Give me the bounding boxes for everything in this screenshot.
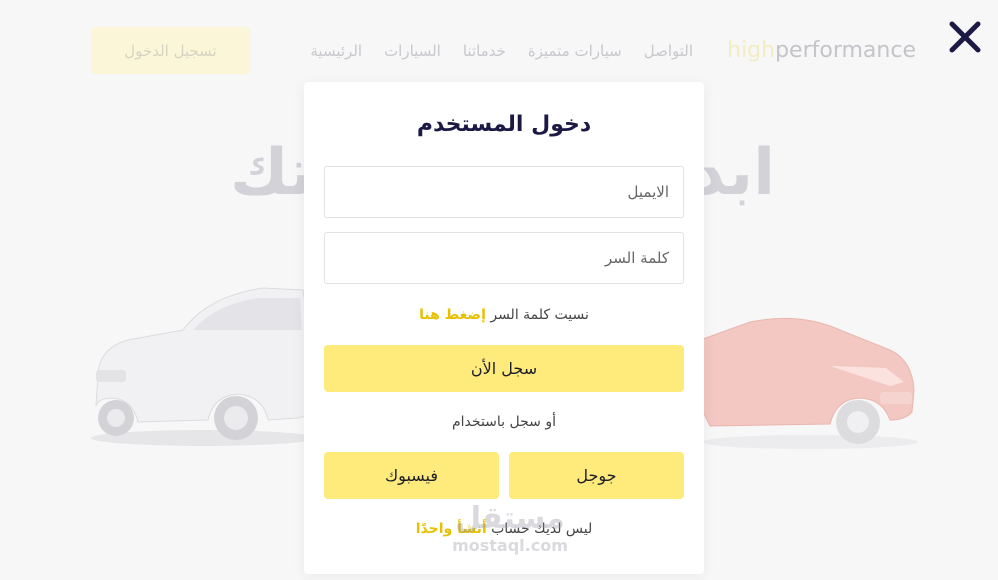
nav-item-contact[interactable]: التواصل [644, 42, 693, 60]
close-icon [949, 21, 981, 53]
nav-item-home[interactable]: الرئيسية [310, 42, 362, 60]
password-field[interactable] [324, 232, 684, 284]
nav-item-services[interactable]: خدماتنا [463, 42, 506, 60]
nav-item-featured-cars[interactable]: سيارات متميزة [528, 42, 622, 60]
watermark-english: mostaql.com [452, 536, 568, 555]
red-sedan-image [699, 317, 918, 449]
header-signin-button[interactable]: تسجيل الدخول [91, 27, 250, 74]
login-submit-button[interactable]: سجل الأن [324, 345, 684, 392]
facebook-login-button[interactable]: فيسبوك [324, 452, 499, 499]
white-suv-image [91, 287, 315, 446]
email-field[interactable] [324, 166, 684, 218]
google-login-button[interactable]: جوجل [509, 452, 684, 499]
site-logo[interactable]: highperformance [727, 38, 916, 63]
watermark: مستقل mostaql.com [420, 501, 600, 556]
modal-title: دخول المستخدم [416, 112, 592, 137]
hero-title-right: ابد [692, 136, 775, 210]
logo-text: performance [775, 38, 916, 63]
forgot-password-text: نسيت كلمة السر [490, 307, 589, 323]
or-login-with-text: أو سجل باستخدام [452, 414, 556, 430]
nav-item-cars[interactable]: السيارات [384, 42, 441, 60]
hero-title-left: تك [230, 136, 314, 210]
main-nav: الرئيسية السيارات خدماتنا سيارات متميزة … [310, 42, 693, 60]
forgot-password-link[interactable]: إضغط هنا [419, 307, 486, 323]
logo-highlight: high [727, 38, 776, 63]
forgot-password-line: نسيت كلمة السر إضغط هنا [304, 307, 704, 323]
watermark-arabic: مستقل [455, 501, 565, 536]
close-button[interactable] [946, 18, 984, 56]
